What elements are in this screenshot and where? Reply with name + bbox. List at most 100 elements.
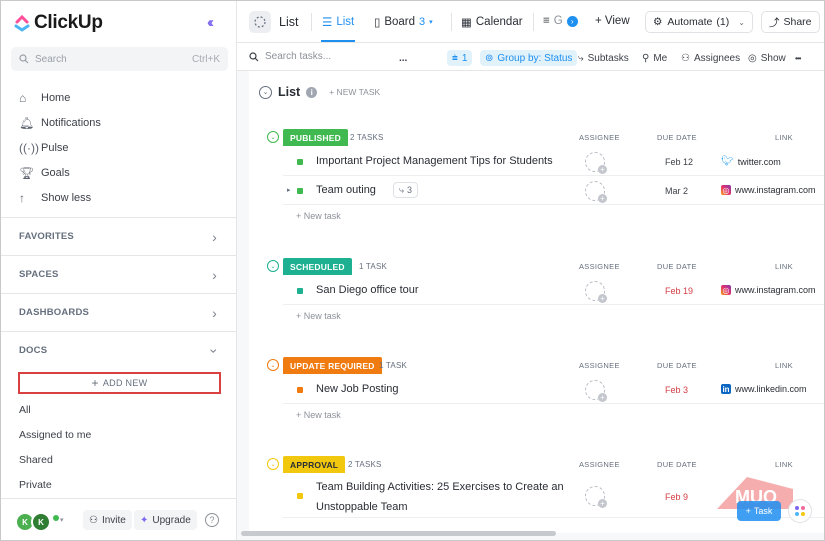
sidebar-item-show-less[interactable]: ↑ Show less (19, 185, 101, 210)
upgrade-button[interactable]: ✦ Upgrade (134, 510, 197, 530)
column-header-link[interactable]: LINK (775, 361, 793, 370)
collapse-list-icon[interactable]: ⌄ (259, 85, 272, 99)
status-dot[interactable] (297, 159, 303, 165)
link-cell[interactable]: in www.linkedin.com (721, 384, 807, 394)
docs-item-shared[interactable]: Shared (19, 454, 53, 466)
status-badge[interactable]: SCHEDULED (283, 258, 352, 275)
task-name[interactable]: Team Building Activities: 25 Exercises t… (316, 481, 564, 493)
horizontal-scrollbar[interactable] (241, 531, 556, 536)
docs-item-private[interactable]: Private (19, 479, 52, 491)
column-header-due-date[interactable]: DUE DATE (657, 133, 697, 142)
show-button[interactable]: ◎ Show (748, 50, 786, 66)
collapse-sidebar-icon[interactable]: ‹‹ (207, 14, 214, 31)
add-assignee-icon[interactable] (585, 181, 607, 203)
due-date[interactable]: Mar 2 (665, 186, 688, 196)
sidebar-item-notifications[interactable]: 🔔︎ Notifications (19, 110, 101, 135)
table-row[interactable]: ▸ Team outing ⤷ 3 Mar 2 ◎ www.instagram.… (283, 176, 824, 205)
column-header-assignee[interactable]: ASSIGNEE (579, 133, 620, 142)
add-assignee-icon[interactable] (585, 380, 607, 402)
table-row[interactable]: New Job Posting Feb 3 in www.linkedin.co… (283, 375, 824, 404)
chevron-down-icon[interactable]: ▾ (60, 516, 64, 524)
due-date[interactable]: Feb 3 (665, 385, 688, 395)
tab-calendar[interactable]: ▦ Calendar (461, 15, 523, 29)
column-header-due-date[interactable]: DUE DATE (657, 361, 697, 370)
collapse-group-icon[interactable]: ⌄ (267, 458, 279, 470)
section-spaces[interactable]: SPACES › (1, 255, 237, 293)
search-options-button[interactable]: ... (399, 50, 407, 66)
status-dot[interactable] (297, 288, 303, 294)
group-by-button[interactable]: ⊚ Group by: Status (480, 50, 578, 66)
add-task-button[interactable]: + New task (296, 205, 824, 227)
assignees-button[interactable]: ⚇ Assignees (681, 50, 740, 66)
add-new-doc-button[interactable]: + ADD NEW (18, 372, 221, 394)
due-date[interactable]: Feb 9 (665, 492, 688, 502)
tab-board[interactable]: ▯ Board 3 ▾ (374, 15, 433, 29)
automate-button[interactable]: ⚙ Automate (1) ⌄ (645, 11, 753, 33)
docs-item-all[interactable]: All (19, 404, 31, 416)
sidebar-item-pulse[interactable]: ((·)) Pulse (19, 135, 101, 160)
task-search-input[interactable]: Search tasks... (249, 51, 331, 62)
sidebar-item-goals[interactable]: 🏆︎ Goals (19, 160, 101, 185)
expand-subtasks-icon[interactable]: ▸ (287, 186, 291, 194)
due-date[interactable]: Feb 19 (665, 286, 693, 296)
subtasks-button[interactable]: ⤷ Subtasks (578, 50, 629, 66)
add-task-button[interactable]: + New task (296, 305, 824, 327)
task-name[interactable]: San Diego office tour (316, 284, 419, 296)
collapse-group-icon[interactable]: ⌄ (267, 260, 279, 272)
due-date[interactable]: Feb 12 (665, 157, 693, 167)
task-name[interactable]: Team outing (316, 184, 376, 196)
status-badge[interactable]: UPDATE REQUIRED (283, 357, 382, 374)
column-header-link[interactable]: LINK (775, 133, 793, 142)
subtask-count-badge[interactable]: ⤷ 3 (393, 182, 419, 198)
task-name-continued[interactable]: Unstoppable Team (316, 501, 408, 513)
status-dot[interactable] (297, 188, 303, 194)
sidebar-item-home[interactable]: ⌂ Home (19, 85, 101, 110)
filter-button[interactable]: ⩧ 1 (447, 50, 473, 66)
add-assignee-icon[interactable] (585, 152, 607, 174)
me-button[interactable]: ⚲ Me (642, 50, 667, 66)
column-header-due-date[interactable]: DUE DATE (657, 262, 697, 271)
add-assignee-icon[interactable] (585, 281, 607, 303)
section-docs[interactable]: DOCS › (1, 331, 237, 369)
docs-item-assigned[interactable]: Assigned to me (19, 429, 91, 441)
share-button[interactable]: ⤴ Share (761, 11, 820, 33)
collapse-group-icon[interactable]: ⌄ (267, 131, 279, 143)
column-header-assignee[interactable]: ASSIGNEE (579, 460, 620, 469)
column-header-due-date[interactable]: DUE DATE (657, 460, 697, 469)
new-task-button[interactable]: + NEW TASK (329, 87, 380, 97)
info-icon[interactable]: i (306, 86, 318, 98)
help-icon[interactable]: ? (205, 513, 219, 527)
table-row[interactable]: Important Project Management Tips for St… (283, 147, 824, 176)
invite-button[interactable]: ⚇ Invite (83, 510, 132, 530)
task-name[interactable]: Important Project Management Tips for St… (316, 155, 553, 167)
collapse-group-icon[interactable]: ⌄ (267, 359, 279, 371)
column-header-assignee[interactable]: ASSIGNEE (579, 262, 620, 271)
section-favorites[interactable]: FAVORITES › (1, 217, 237, 255)
add-assignee-icon[interactable] (585, 486, 607, 508)
link-cell[interactable]: ◎ www.instagram.com (721, 285, 816, 295)
status-dot[interactable] (297, 493, 303, 499)
link-cell[interactable]: 🐦︎ twitter.com (721, 156, 781, 167)
add-task-button[interactable]: + New task (296, 404, 824, 426)
add-task-fab[interactable]: + Task (737, 501, 781, 521)
more-options-button[interactable]: ••• (795, 50, 801, 66)
table-row[interactable]: San Diego office tour Feb 19 ◎ www.insta… (283, 276, 824, 305)
status-badge[interactable]: PUBLISHED (283, 129, 348, 146)
avatar[interactable]: K (31, 512, 51, 532)
apps-grid-icon[interactable] (788, 499, 812, 523)
sidebar-search-input[interactable]: Search Ctrl+K (11, 47, 228, 71)
clickup-logo[interactable]: ClickUp (14, 12, 103, 34)
column-header-link[interactable]: LINK (775, 460, 793, 469)
add-view-button[interactable]: + View (595, 15, 630, 27)
status-dot[interactable] (297, 387, 303, 393)
more-tabs-icon[interactable]: › (566, 15, 578, 27)
tab-gantt[interactable]: ≡ G › (543, 15, 578, 27)
column-header-link[interactable]: LINK (775, 262, 793, 271)
link-cell[interactable]: ◎ www.instagram.com (721, 185, 816, 195)
tab-list[interactable]: ☰ List (322, 15, 354, 29)
section-dashboards[interactable]: DASHBOARDS › (1, 293, 237, 331)
column-header-assignee[interactable]: ASSIGNEE (579, 361, 620, 370)
list-space-icon[interactable] (249, 11, 271, 33)
status-badge[interactable]: APPROVAL (283, 456, 346, 473)
task-name[interactable]: New Job Posting (316, 383, 399, 395)
